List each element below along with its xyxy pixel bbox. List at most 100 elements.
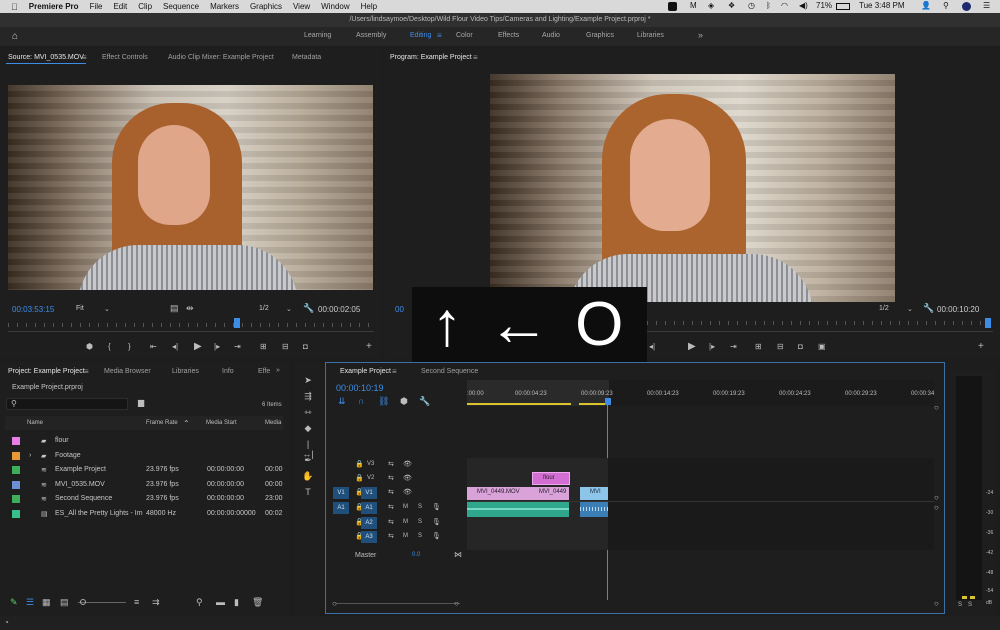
status-diamond-icon[interactable]: ◈ <box>708 1 714 10</box>
ripple-edit-tool-icon[interactable]: ⇿ <box>302 407 314 419</box>
track-label-a3[interactable]: A3 <box>361 531 377 543</box>
source-add-button-icon[interactable]: + <box>366 341 372 352</box>
workspace-assembly[interactable]: Assembly <box>356 32 386 39</box>
project-list-item[interactable]: ▤ ES_All the Pretty Lights - Im 48000 Hz 00… <box>5 507 283 521</box>
source-overwrite-button-icon[interactable]: ⊟ <box>282 342 289 351</box>
source-mark-out-icon[interactable]: } <box>128 342 131 351</box>
sync-lock-icon[interactable]: ⇆ <box>388 518 394 526</box>
snap-magnet-icon[interactable]: ∩ <box>358 396 364 406</box>
project-panel-overflow-icon[interactable]: » <box>276 367 280 374</box>
workspace-audio[interactable]: Audio <box>542 32 560 39</box>
workspace-color[interactable]: Color <box>456 32 473 39</box>
menu-help[interactable]: Help <box>361 2 377 11</box>
menu-graphics[interactable]: Graphics <box>250 2 282 11</box>
program-settings-wrench-icon[interactable]: 🔧 <box>923 303 934 314</box>
disclosure-triangle-icon[interactable]: › <box>29 452 31 459</box>
program-resolution-chevron-icon[interactable]: ⌄ <box>907 305 913 313</box>
source-add-marker-icon[interactable]: ⬢ <box>86 342 93 351</box>
new-item-icon[interactable]: ▮ <box>234 597 239 608</box>
clip-flour[interactable]: flour <box>532 472 570 485</box>
menu-window[interactable]: Window <box>321 2 349 11</box>
spotlight-icon[interactable]: ⚲ <box>943 1 949 10</box>
menu-view[interactable]: View <box>293 2 310 11</box>
mute-button[interactable]: M <box>403 519 408 525</box>
label-color-swatch[interactable] <box>12 437 20 445</box>
wifi-icon[interactable]: ◠ <box>781 1 788 10</box>
tab-effects[interactable]: Effe <box>258 368 270 375</box>
status-dropbox-icon[interactable]: ❖ <box>728 1 735 10</box>
zoom-slider-handle[interactable] <box>80 599 86 605</box>
scroll-handle-left-icon[interactable]: ○ <box>332 599 337 608</box>
sync-lock-icon[interactable]: ⇆ <box>388 460 394 468</box>
master-track-end-icon[interactable]: ⋈ <box>454 550 462 559</box>
solo-button[interactable]: S <box>418 504 422 510</box>
source-timecode[interactable]: 00:03:53:15 <box>12 305 54 314</box>
microphone-icon[interactable]: 🎙 <box>432 532 441 540</box>
timeline-settings-wrench-icon[interactable]: 🔧 <box>419 396 430 407</box>
source-export-frame-icon[interactable]: ◘ <box>303 342 308 351</box>
add-marker-icon[interactable]: ⬢ <box>400 396 408 407</box>
timeline-scroll-top-icon[interactable]: ○ <box>934 403 939 412</box>
menu-app-name[interactable]: Premiere Pro <box>29 2 79 11</box>
source-insert-icon[interactable]: ▤ <box>170 303 179 314</box>
source-step-back-icon[interactable]: ◂| <box>172 342 178 351</box>
workspace-editing[interactable]: Editing <box>410 32 431 39</box>
label-color-swatch[interactable] <box>12 495 20 503</box>
bluetooth-icon[interactable]: ᛒ <box>766 1 771 10</box>
status-clock-icon[interactable]: ◷ <box>748 1 755 10</box>
clip-v1-mvi0449-b[interactable]: MVI_0449 <box>529 487 569 500</box>
program-comparison-view-icon[interactable]: ▣ <box>818 342 826 351</box>
project-tab-menu-icon[interactable]: ≡ <box>84 367 89 376</box>
column-media-start[interactable]: Media Start <box>206 420 237 426</box>
program-lift-icon[interactable]: ⊞ <box>755 342 762 351</box>
project-list-item[interactable]: › ▰ Footage <box>5 449 283 463</box>
source-resolution-chevron-icon[interactable]: ⌄ <box>286 305 292 313</box>
microphone-icon[interactable]: 🎙 <box>432 518 441 526</box>
tab-info[interactable]: Info <box>222 368 234 375</box>
menu-sequence[interactable]: Sequence <box>163 2 199 11</box>
icon-view-icon[interactable]: ▦ <box>42 597 51 608</box>
menu-edit[interactable]: Edit <box>113 2 127 11</box>
trash-icon[interactable]: 🗑 <box>252 597 263 608</box>
program-extract-icon[interactable]: ⊟ <box>777 342 784 351</box>
type-tool-icon[interactable]: T <box>302 487 314 499</box>
list-view-icon[interactable]: ☰ <box>26 597 34 608</box>
clip-audio-a1-2[interactable] <box>580 502 608 517</box>
program-go-to-out-icon[interactable]: ⇥ <box>730 342 737 351</box>
tab-media-browser[interactable]: Media Browser <box>104 368 151 375</box>
track-scroll-icon[interactable]: ○ <box>934 493 939 502</box>
microphone-icon[interactable]: 🎙 <box>432 503 441 511</box>
program-play-icon[interactable]: ▶ <box>688 341 696 352</box>
source-go-to-out-icon[interactable]: ⇥ <box>234 342 241 351</box>
clip-v1-mvi[interactable]: MVI <box>580 487 608 500</box>
program-zoom-bar[interactable] <box>647 331 993 332</box>
freeform-view-icon[interactable]: ▤ <box>60 597 69 608</box>
tab-project[interactable]: Project: Example Project <box>8 368 85 375</box>
label-color-swatch[interactable] <box>12 480 20 489</box>
sync-lock-icon[interactable]: ⇆ <box>388 503 394 511</box>
program-timecode[interactable]: 00 <box>395 305 404 314</box>
mute-button[interactable]: M <box>403 504 408 510</box>
sync-lock-icon[interactable]: ⇆ <box>388 474 394 482</box>
eye-icon[interactable]: 👁 <box>403 474 412 482</box>
tab-source[interactable]: Source: MVI_0535.MOV <box>8 54 84 61</box>
source-tab-menu-icon[interactable]: ≡ <box>82 53 87 62</box>
source-go-to-in-icon[interactable]: ⇤ <box>150 342 157 351</box>
timeline-timecode[interactable]: 00:00:10:19 <box>336 383 384 393</box>
apple-icon[interactable]:  <box>11 2 18 12</box>
workspace-effects[interactable]: Effects <box>498 32 519 39</box>
source-time-ruler[interactable] <box>8 323 374 327</box>
program-add-button-icon[interactable]: + <box>978 341 984 352</box>
project-search-input[interactable]: ⚲ <box>6 398 128 410</box>
project-list-item[interactable]: ≋ Example Project 23.976 fps 00:00:00:00 00:… <box>5 463 283 477</box>
source-zoom-bar[interactable] <box>8 331 374 332</box>
slip-tool-icon[interactable]: |↔| <box>302 439 314 459</box>
source-fit-chevron-icon[interactable]: ⌄ <box>104 305 110 313</box>
tab-audio-clip-mixer[interactable]: Audio Clip Mixer: Example Project <box>168 54 274 61</box>
solo-button[interactable]: S <box>418 533 422 539</box>
tab-timeline-example-project[interactable]: Example Project <box>340 368 391 375</box>
menu-file[interactable]: File <box>90 2 103 11</box>
timeline-ruler[interactable]: :00:00 00:00:04:23 00:00:09:23 00:00:14:… <box>467 380 934 406</box>
status-indicator-icon[interactable]: ◔ <box>4 618 9 627</box>
source-patch-a1[interactable]: A1 <box>333 502 349 514</box>
